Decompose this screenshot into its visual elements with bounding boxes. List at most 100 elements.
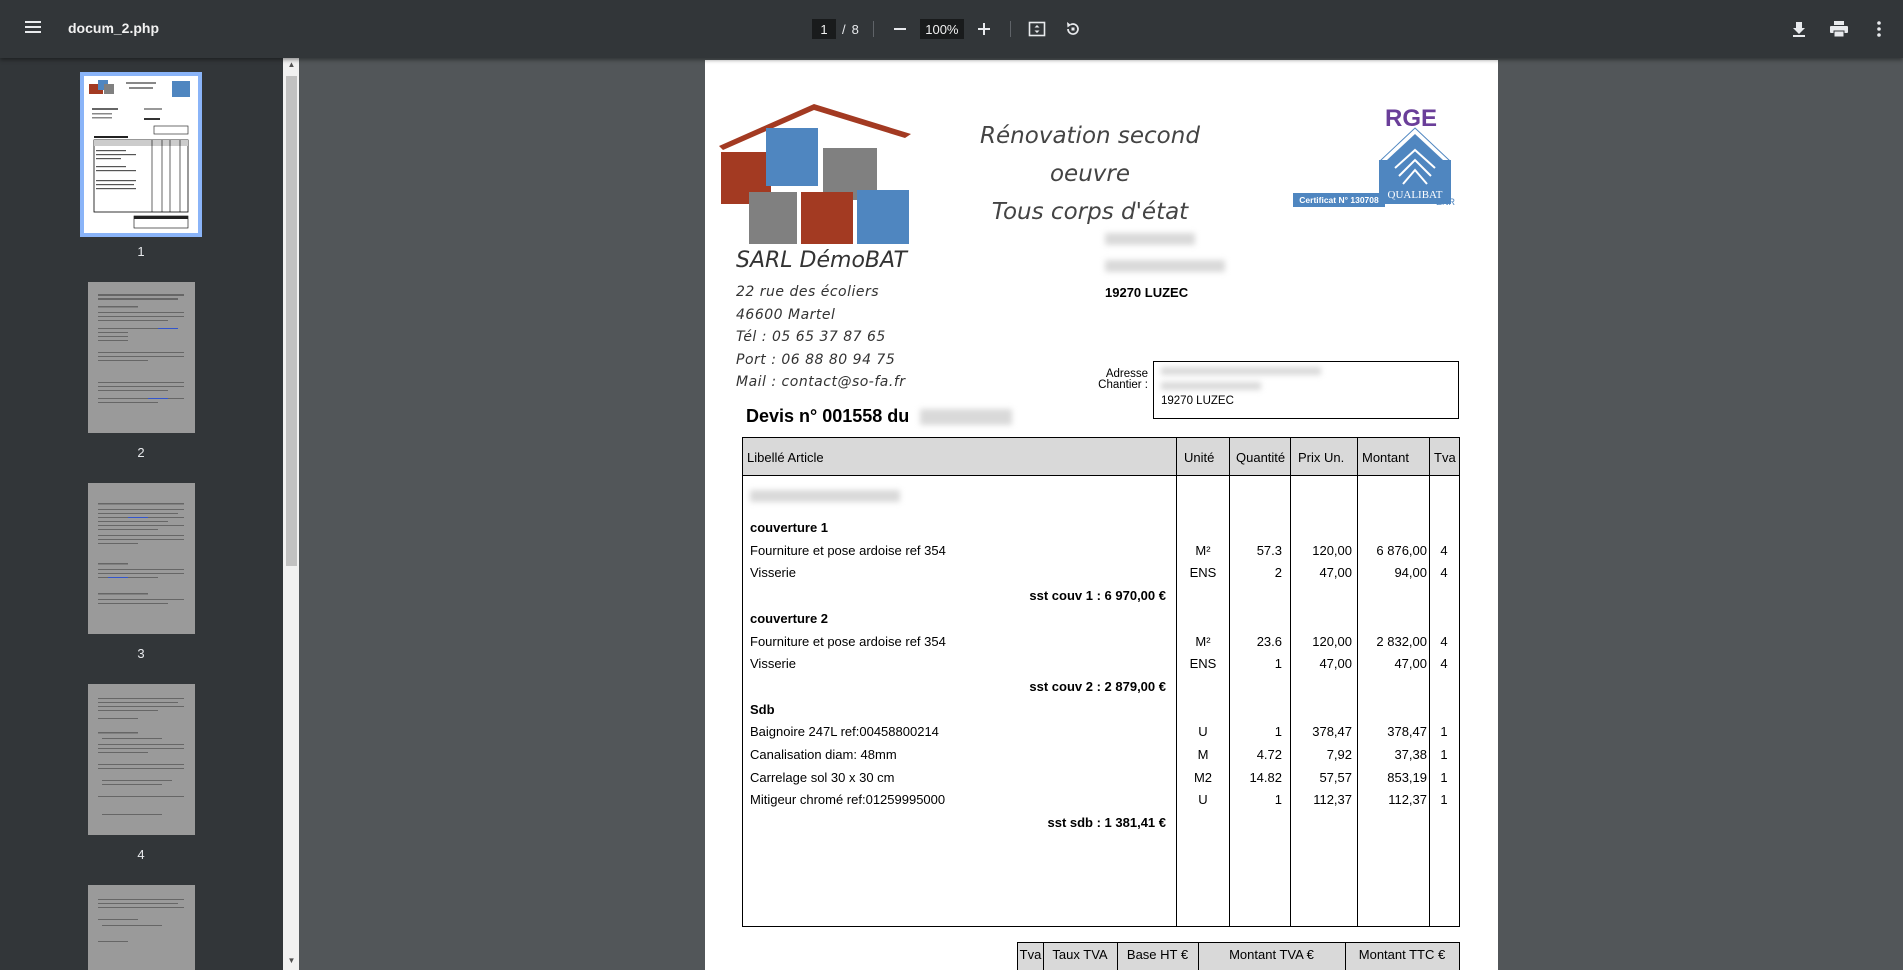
cell-quantite: 1 — [1274, 656, 1282, 672]
section-row: couverture 2 — [743, 611, 1459, 633]
cell-montant: 6 876,00 — [1376, 542, 1427, 558]
zoom-in-button[interactable] — [972, 17, 996, 41]
header-libelle: Libellé Article — [747, 450, 824, 465]
cell-unite: U — [1198, 792, 1208, 808]
chantier-label: Adresse Chantier : — [1098, 368, 1148, 391]
subtotal-text: sst couv 2 : 2 879,00 € — [1029, 678, 1166, 694]
company-tel: Tél : 05 65 37 87 65 — [736, 329, 886, 345]
cell-unite: M² — [1195, 542, 1211, 558]
page-thumbnail-1[interactable] — [80, 72, 202, 237]
thumbnail-sidebar: 1 2 3 4 — [0, 58, 283, 970]
tva-summary-table: Tva Taux TVA Base HT € Montant TVA € Mon… — [1017, 942, 1460, 970]
devis-number: Devis n° 001558 du — [746, 406, 910, 426]
rotate-button[interactable] — [1061, 17, 1085, 41]
cell-libelle: Carrelage sol 30 x 30 cm — [750, 769, 895, 785]
client-city: 19270 LUZEC — [1105, 285, 1189, 300]
cell-montant: 853,19 — [1387, 769, 1427, 785]
subtotal-text: sst sdb : 1 381,41 € — [1047, 815, 1166, 831]
page-thumbnail-2[interactable] — [88, 282, 195, 433]
redacted-description — [750, 490, 900, 502]
cell-libelle: Baignoire 247L ref:00458800214 — [750, 724, 939, 740]
table-row: Canalisation diam: 48mm M 4.72 7,92 37,38 1 — [743, 747, 1459, 769]
cell-unite: ENS — [1189, 565, 1217, 581]
cell-tva: 4 — [1440, 633, 1448, 649]
cell-libelle: Visserie — [750, 656, 797, 672]
cell-prix: 112,37 — [1313, 792, 1352, 808]
cell-montant: 47,00 — [1394, 656, 1427, 672]
page-thumbnail-5[interactable] — [88, 885, 195, 970]
rge-text: RGE — [1385, 105, 1437, 132]
cell-tva: 4 — [1440, 656, 1448, 672]
cell-tva: 1 — [1440, 747, 1448, 762]
cell-quantite: 23.6 — [1256, 633, 1282, 649]
more-options-button[interactable] — [1867, 17, 1891, 41]
page-thumbnail-preview — [98, 294, 184, 403]
article-table: Libellé Article Unité Quantité Prix Un. … — [742, 437, 1460, 927]
slogan-line-1: Rénovation second oeuvre — [980, 123, 1200, 187]
devis-title: Devis n° 001558 du — [746, 406, 1013, 427]
table-row: Mitigeur chromé ref:01259995000 U 1 112,37 1… — [743, 792, 1459, 814]
download-button[interactable] — [1787, 17, 1811, 41]
cell-prix: 47,00 — [1319, 565, 1352, 581]
cell-prix: 47,00 — [1319, 656, 1352, 672]
cell-unite: U — [1198, 724, 1208, 740]
rge-qualibat-logo: RGE QUALIBAT Certificat N° 130708 EFFICA… — [1293, 105, 1456, 207]
more-vert-icon — [1877, 21, 1881, 37]
menu-icon[interactable] — [22, 18, 44, 40]
cell-libelle: Canalisation diam: 48mm — [750, 747, 897, 762]
zoom-input[interactable] — [919, 19, 964, 39]
cell-montant: 112,37 — [1388, 792, 1427, 808]
tva-header-base: Base HT € — [1126, 947, 1189, 962]
tva-header-montant-ttc: Montant TTC € — [1358, 947, 1446, 962]
client-name-redacted — [1105, 233, 1195, 245]
cell-quantite: 14.82 — [1249, 769, 1282, 785]
toolbar-divider — [1009, 21, 1011, 37]
print-button[interactable] — [1827, 17, 1851, 41]
cell-libelle: Fourniture et pose ardoise ref 354 — [750, 542, 946, 558]
print-icon — [1830, 21, 1848, 37]
subtotal-row: sst couv 1 : 6 970,00 € — [743, 588, 1459, 610]
section-row: couverture 1 — [743, 520, 1459, 542]
fit-page-button[interactable] — [1025, 17, 1049, 41]
page-thumbnail-3[interactable] — [88, 483, 195, 634]
document-title: docum_2.php — [68, 20, 160, 36]
fit-page-icon — [1028, 21, 1046, 37]
plus-icon — [977, 23, 990, 35]
cell-tva: 1 — [1440, 769, 1448, 785]
download-icon — [1793, 22, 1805, 37]
page-separator: / — [842, 21, 846, 37]
toolbar-divider — [872, 21, 874, 37]
cell-tva: 1 — [1440, 792, 1448, 808]
scroll-down-arrow[interactable]: ▼ — [286, 956, 297, 966]
scroll-up-arrow[interactable]: ▲ — [286, 60, 297, 70]
cell-prix: 378,47 — [1312, 724, 1352, 740]
cell-montant: 37,38 — [1394, 747, 1427, 762]
page-thumbnail-4[interactable] — [88, 684, 195, 835]
cell-unite: M2 — [1193, 769, 1213, 785]
page-thumbnail-preview — [98, 698, 184, 815]
tva-header-taux: Taux TVA — [1052, 947, 1108, 962]
cell-montant: 94,00 — [1394, 565, 1427, 581]
zoom-out-button[interactable] — [888, 17, 912, 41]
cell-montant: 378,47 — [1387, 724, 1427, 740]
company-slogan: Rénovation second oeuvre Tous corps d'ét… — [940, 117, 1240, 231]
cell-tva: 4 — [1440, 565, 1448, 581]
subtotal-row: sst couv 2 : 2 879,00 € — [743, 679, 1459, 701]
cell-prix: 57,57 — [1319, 769, 1352, 785]
cell-prix: 120,00 — [1312, 542, 1352, 558]
thumbnail-label: 3 — [137, 646, 145, 661]
page-number-input[interactable] — [812, 19, 836, 39]
table-row: Visserie ENS 2 47,00 94,00 4 — [743, 565, 1459, 587]
sidebar-scroll-thumb[interactable] — [286, 76, 297, 566]
cell-quantite: 57.3 — [1256, 542, 1282, 558]
company-mail[interactable]: Mail : contact@so-fa.fr — [736, 371, 907, 394]
company-city: 46600 Martel — [736, 306, 836, 323]
table-row: Fourniture et pose ardoise ref 354 M² 23.6… — [743, 634, 1459, 656]
tva-header-montant-tva: Montant TVA € — [1229, 947, 1314, 962]
company-block: SARL DémoBAT 22 rue des écoliers 46600 M… — [736, 248, 907, 394]
cell-tva: 4 — [1440, 542, 1448, 558]
cell-unite: ENS — [1189, 656, 1217, 672]
table-row-redacted — [743, 490, 1459, 512]
header-tva: Tva — [1434, 450, 1456, 465]
company-port: Port : 06 88 80 94 75 — [736, 351, 896, 368]
